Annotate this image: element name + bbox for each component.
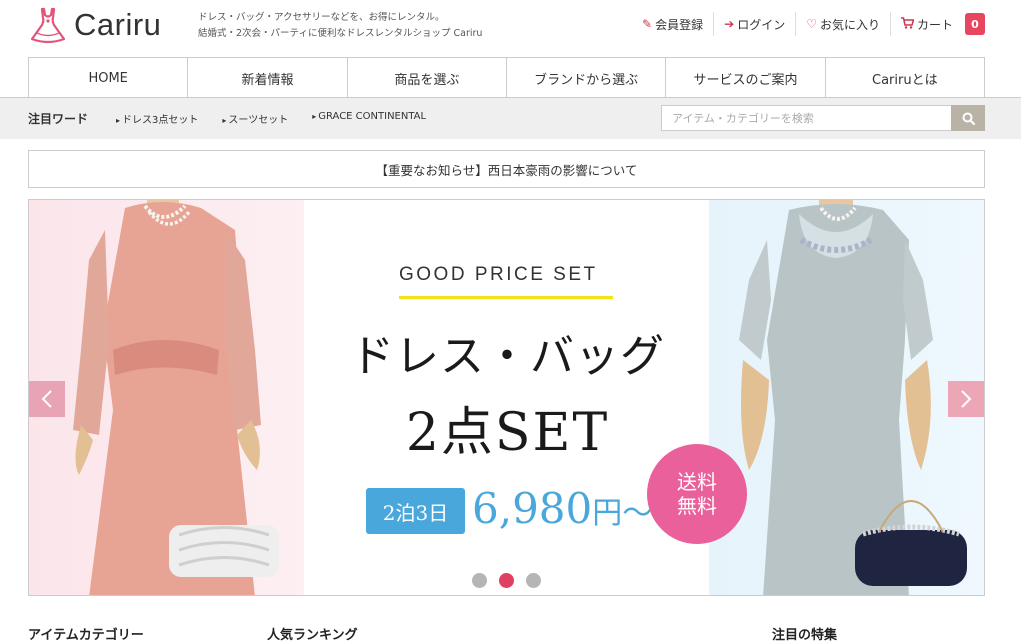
search-input[interactable] [661,105,951,131]
gnav-news[interactable]: 新着情報 [187,58,346,98]
slider-dot[interactable] [526,573,541,588]
keyword-link[interactable]: ドレス3点セット [116,111,198,126]
section-heading-feature: 注目の特集 [772,628,838,643]
blue-dress-illustration [739,200,967,595]
chevron-right-icon [961,390,972,408]
site-header: Cariru ドレス・バッグ・アクセサリーなどを、お得にレンタル。 結婚式・2次… [0,0,1021,57]
slide-eyebrow: GOOD PRICE SET [399,264,598,285]
cart-count-badge[interactable]: 0 [965,13,985,35]
slide-headline-2: 2点SET [405,403,610,463]
keyword-link[interactable]: GRACE CONTINENTAL [312,111,426,126]
search-button[interactable] [951,105,985,131]
slider-dots [472,573,553,588]
site-logo[interactable]: Cariru [28,4,188,46]
login-link[interactable]: ➔ ログイン [714,12,797,36]
gnav-home[interactable]: HOME [29,58,187,98]
login-label: ログイン [737,17,786,32]
heart-icon: ♡ [806,17,817,31]
important-notice-link[interactable]: 【重要なお知らせ】西日本豪雨の影響について [28,150,985,188]
slider-prev-button[interactable] [29,381,65,417]
global-nav: HOME 新着情報 商品を選ぶ ブランドから選ぶ サービスのご案内 Cariru… [28,57,985,98]
hero-slider: GOOD PRICE SET ドレス・バッグ 2点SET 2泊3日 6,980円… [28,199,985,596]
section-heading-ranking: 人気ランキング [267,628,358,643]
section-heading-category: アイテムカテゴリー [28,628,144,643]
slide-headline-1: ドレス・バッグ [350,331,665,382]
brand-name: Cariru [74,7,162,42]
pencil-icon: ✎ [642,17,653,31]
user-nav: ✎ 会員登録 ➔ ログイン ♡ お気に入り カート 0 [632,10,985,38]
slider-dot[interactable] [472,573,487,588]
gnav-services[interactable]: サービスのご案内 [665,58,824,98]
pink-dress-illustration [73,200,279,595]
tagline-line-1: ドレス・バッグ・アクセサリーなどを、お得にレンタル。 [198,12,445,23]
slider-next-button[interactable] [948,381,984,417]
rental-period-badge: 2泊3日 [366,488,465,534]
free-shipping-badge: 送料 無料 [647,444,747,544]
cart-link[interactable]: カート [891,12,963,36]
keyword-title: 注目ワード [28,112,89,126]
badge-line-2: 無料 [677,494,717,518]
favorites-label: お気に入り [819,17,880,32]
slider-dot[interactable] [499,573,514,588]
login-icon: ➔ [724,17,735,31]
register-label: 会員登録 [655,17,704,32]
slide-image-blue-dress [709,200,984,595]
tagline-line-2: 結婚式・2次会・パーティに便利なドレスレンタルショップ Cariru [198,28,483,39]
cart-icon [900,16,915,32]
favorites-link[interactable]: ♡ お気に入り [796,12,891,36]
keyword-bar: 注目ワード ドレス3点セット スーツセット GRACE CONTINENTAL [0,98,1021,139]
slide-price: 6,980円〜 [472,484,652,533]
register-link[interactable]: ✎ 会員登録 [632,12,715,36]
tagline: ドレス・バッグ・アクセサリーなどを、お得にレンタル。 結婚式・2次会・パーティに… [198,10,482,42]
gnav-brands[interactable]: ブランドから選ぶ [505,58,665,98]
cart-label: カート [916,17,953,32]
search-form [661,105,985,131]
price-suffix: 円〜 [592,496,653,531]
keyword-links: ドレス3点セット スーツセット GRACE CONTINENTAL [116,111,450,126]
search-icon [962,112,975,125]
keyword-link[interactable]: スーツセット [222,111,288,126]
gnav-products[interactable]: 商品を選ぶ [346,58,506,98]
gnav-about[interactable]: Cariruとは [824,58,984,98]
price-value: 6,980 [472,484,593,533]
badge-line-1: 送料 [677,470,717,494]
chevron-left-icon [41,390,52,408]
slide-eyebrow-underline [399,296,613,299]
dress-logo-icon [30,7,66,44]
slide-image-pink-dress [29,200,304,595]
slide-copy: GOOD PRICE SET ドレス・バッグ 2点SET 2泊3日 6,980円… [304,200,747,595]
